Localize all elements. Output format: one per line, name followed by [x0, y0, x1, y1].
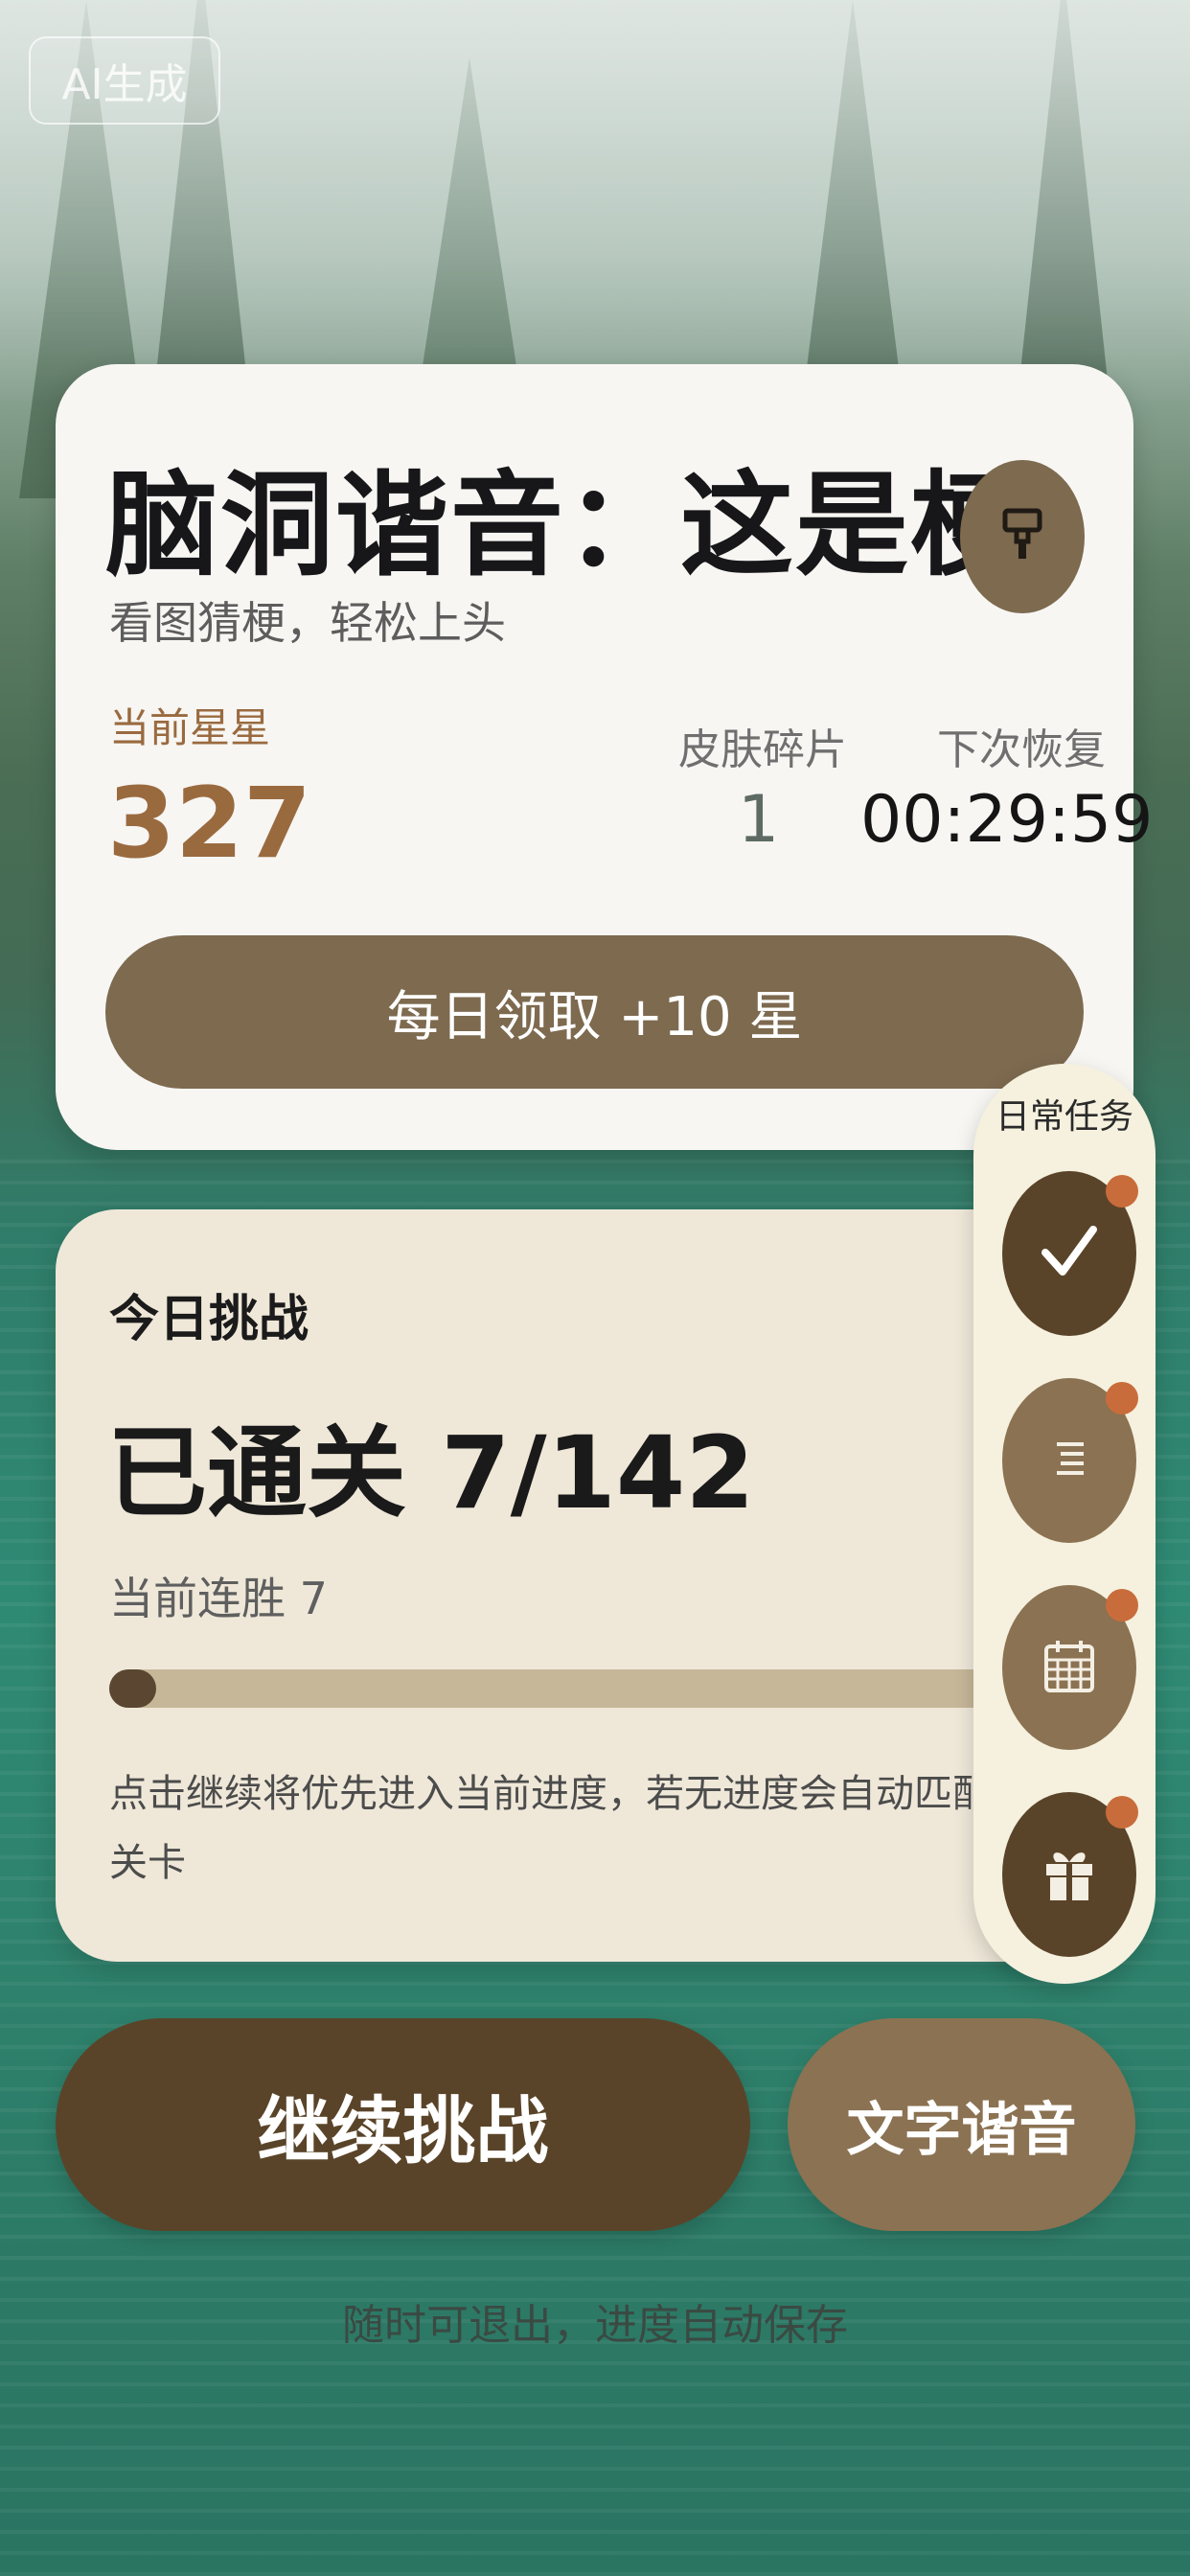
continue-challenge-button[interactable]: 继续挑战: [56, 2018, 750, 2231]
app-title: 脑洞谐音：这是梗: [105, 459, 1026, 591]
progress-fill: [109, 1669, 156, 1708]
daily-tasks-title: 日常任务: [995, 1097, 1133, 1137]
today-challenge-card: 今日挑战 已通关 7/142 当前连胜 7 点击继续将优先进入当前进度，若无进度…: [56, 1209, 1071, 1962]
notification-dot: [1106, 1589, 1138, 1622]
checkmark-icon: [1036, 1218, 1103, 1289]
skin-fragments-value: 1: [738, 782, 780, 858]
recovery-label: 下次恢复: [937, 725, 1106, 774]
task-gift-button[interactable]: [1002, 1792, 1138, 1957]
stars-value: 327: [107, 767, 311, 881]
app-subtitle: 看图猜梗，轻松上头: [109, 597, 506, 649]
task-checkin-button[interactable]: [1002, 1171, 1138, 1336]
autosave-note: 随时可退出，进度自动保存: [342, 2301, 848, 2350]
win-streak: 当前连胜 7: [109, 1573, 328, 1624]
task-calendar-button[interactable]: [1002, 1585, 1138, 1750]
notification-dot: [1106, 1382, 1138, 1414]
paint-brush-icon: [997, 505, 1047, 568]
stars-label: 当前星星: [109, 704, 271, 751]
progress-bar: [109, 1669, 1048, 1708]
text-pun-button[interactable]: 文字谐音: [788, 2018, 1135, 2231]
gift-icon: [1041, 1843, 1098, 1906]
game-header-card: 脑洞谐音：这是梗 看图猜梗，轻松上头 当前星星 327 皮肤碎片 1 下次恢复 …: [56, 364, 1153, 1150]
calendar-icon: [1042, 1637, 1096, 1698]
theme-button[interactable]: [960, 460, 1085, 613]
ai-generated-badge: AI生成: [29, 36, 220, 125]
skin-fragments-label: 皮肤碎片: [678, 725, 847, 774]
today-challenge-heading: 今日挑战: [109, 1291, 309, 1348]
cleared-count: 已通关 7/142: [107, 1414, 755, 1531]
continue-hint: 点击继续将优先进入当前进度，若无进度会自动匹配未关卡: [109, 1772, 1029, 1885]
daily-claim-button[interactable]: 每日领取 +10 星: [105, 935, 1084, 1089]
task-list-button[interactable]: [1002, 1378, 1138, 1543]
notification-dot: [1106, 1175, 1138, 1208]
daily-tasks-panel: 日常任务: [973, 1064, 1156, 1984]
notification-dot: [1106, 1796, 1138, 1828]
list-icon: [1045, 1435, 1093, 1486]
recovery-timer: 00:29:59: [860, 782, 1154, 858]
